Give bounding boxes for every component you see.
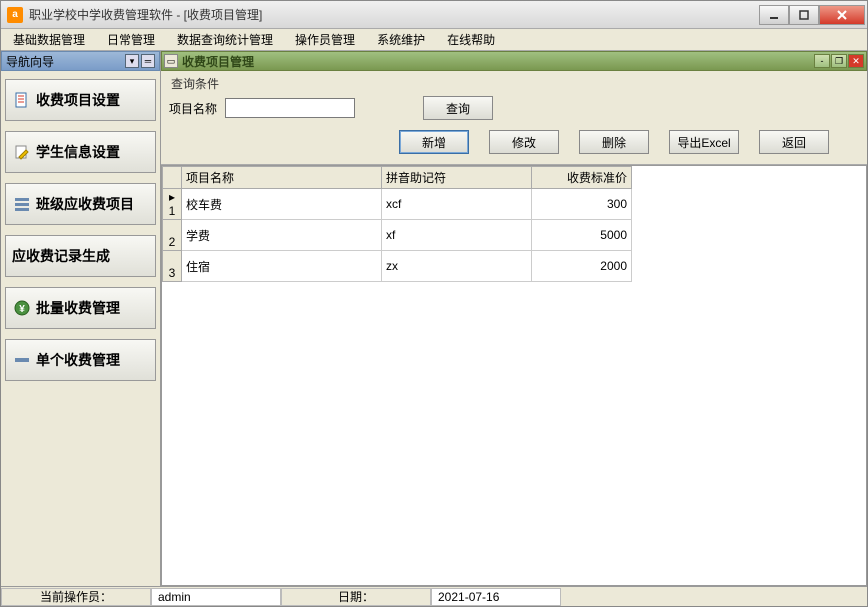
project-name-label: 项目名称 <box>169 100 217 117</box>
cell-price[interactable]: 2000 <box>532 251 632 282</box>
return-button[interactable]: 返回 <box>759 130 829 154</box>
col-header-pinyin[interactable]: 拼音助记符 <box>382 167 532 189</box>
nav-class-fee[interactable]: 班级应收费项目 <box>5 183 156 225</box>
close-button[interactable] <box>819 5 865 25</box>
nav-header-title: 导航向导 <box>6 53 125 70</box>
nav-batch-fee[interactable]: ¥ 批量收费管理 <box>5 287 156 329</box>
table-row[interactable]: 2学费xf5000 <box>163 220 632 251</box>
row-num-cell: 2 <box>163 220 182 251</box>
minimize-button[interactable] <box>759 5 789 25</box>
sub-window-icon: ▭ <box>164 54 178 68</box>
nav-panel: 导航向导 ▾ ═ 收费项目设置 学生信息设置 班级应收费项目 应收费 <box>1 51 161 586</box>
app-window: a 职业学校中学收费管理软件 - [收费项目管理] 基础数据管理 日常管理 数据… <box>0 0 868 607</box>
menubar: 基础数据管理 日常管理 数据查询统计管理 操作员管理 系统维护 在线帮助 <box>1 29 867 51</box>
window-title: 职业学校中学收费管理软件 - [收费项目管理] <box>29 6 759 23</box>
menu-system[interactable]: 系统维护 <box>373 29 429 50</box>
edit-icon <box>12 142 32 162</box>
row-num-cell: 3 <box>163 251 182 282</box>
row-num-header <box>163 167 182 189</box>
cell-price[interactable]: 300 <box>532 189 632 220</box>
main-area: 导航向导 ▾ ═ 收费项目设置 学生信息设置 班级应收费项目 应收费 <box>1 51 867 586</box>
menu-operator[interactable]: 操作员管理 <box>291 29 359 50</box>
cell-pinyin[interactable]: xf <box>382 220 532 251</box>
nav-student-info[interactable]: 学生信息设置 <box>5 131 156 173</box>
delete-button[interactable]: 删除 <box>579 130 649 154</box>
sub-window-controls: ‐ ❐ ✕ <box>814 54 864 68</box>
sub-restore-button[interactable]: ❐ <box>831 54 847 68</box>
status-operator-value: admin <box>151 588 281 606</box>
list-icon <box>12 194 32 214</box>
content-panel: ▭ 收费项目管理 ‐ ❐ ✕ 查询条件 项目名称 查询 新增 修改 <box>161 51 867 586</box>
nav-fee-item-settings[interactable]: 收费项目设置 <box>5 79 156 121</box>
menu-basic-data[interactable]: 基础数据管理 <box>9 29 89 50</box>
nav-label: 批量收费管理 <box>36 298 120 318</box>
edit-button[interactable]: 修改 <box>489 130 559 154</box>
menu-help[interactable]: 在线帮助 <box>443 29 499 50</box>
nav-record-gen[interactable]: 应收费记录生成 <box>5 235 156 277</box>
menu-query-stats[interactable]: 数据查询统计管理 <box>173 29 277 50</box>
table-row[interactable]: 3住宿zx2000 <box>163 251 632 282</box>
table-row[interactable]: ▸1校车费xcf300 <box>163 189 632 220</box>
nav-label: 学生信息设置 <box>36 142 120 162</box>
money-icon: ¥ <box>12 298 32 318</box>
row-num-cell: ▸1 <box>163 189 182 220</box>
nav-body: 收费项目设置 学生信息设置 班级应收费项目 应收费记录生成 ¥ 批量收费管理 <box>1 71 160 586</box>
svg-text:¥: ¥ <box>19 304 25 315</box>
sub-close-button[interactable]: ✕ <box>848 54 864 68</box>
statusbar: 当前操作员： admin 日期： 2021-07-16 <box>1 586 867 606</box>
data-table-wrap[interactable]: 项目名称 拼音助记符 收费标准价 ▸1校车费xcf3002学费xf50003住宿… <box>161 165 867 586</box>
status-date-label: 日期： <box>281 588 431 606</box>
col-header-price[interactable]: 收费标准价 <box>532 167 632 189</box>
sub-window-title: 收费项目管理 <box>182 53 814 70</box>
export-excel-button[interactable]: 导出Excel <box>669 130 739 154</box>
cell-price[interactable]: 5000 <box>532 220 632 251</box>
cell-name[interactable]: 住宿 <box>182 251 382 282</box>
item-icon <box>12 350 32 370</box>
app-icon: a <box>7 7 23 23</box>
maximize-button[interactable] <box>789 5 819 25</box>
col-header-name[interactable]: 项目名称 <box>182 167 382 189</box>
nav-label: 班级应收费项目 <box>36 194 134 214</box>
nav-label: 单个收费管理 <box>36 350 120 370</box>
sub-minimize-button[interactable]: ‐ <box>814 54 830 68</box>
query-section-label: 查询条件 <box>169 75 859 92</box>
data-table: 项目名称 拼音助记符 收费标准价 ▸1校车费xcf3002学费xf50003住宿… <box>162 166 632 282</box>
cell-name[interactable]: 校车费 <box>182 189 382 220</box>
status-date-value: 2021-07-16 <box>431 588 561 606</box>
document-icon <box>12 90 32 110</box>
cell-name[interactable]: 学费 <box>182 220 382 251</box>
status-operator-label: 当前操作员： <box>1 588 151 606</box>
project-name-input[interactable] <box>225 98 355 118</box>
query-panel: 查询条件 项目名称 查询 新增 修改 删除 导出Excel 返回 <box>161 71 867 165</box>
nav-collapse-icon[interactable]: ▾ <box>125 54 139 68</box>
cell-pinyin[interactable]: zx <box>382 251 532 282</box>
cell-pinyin[interactable]: xcf <box>382 189 532 220</box>
nav-label: 收费项目设置 <box>36 90 120 110</box>
nav-pin-icon[interactable]: ═ <box>141 54 155 68</box>
nav-single-fee[interactable]: 单个收费管理 <box>5 339 156 381</box>
titlebar: a 职业学校中学收费管理软件 - [收费项目管理] <box>1 1 867 29</box>
sub-titlebar: ▭ 收费项目管理 ‐ ❐ ✕ <box>161 51 867 71</box>
window-controls <box>759 5 865 25</box>
menu-daily[interactable]: 日常管理 <box>103 29 159 50</box>
add-button[interactable]: 新增 <box>399 130 469 154</box>
nav-header: 导航向导 ▾ ═ <box>1 51 160 71</box>
nav-label: 应收费记录生成 <box>12 246 110 266</box>
query-row: 项目名称 查询 <box>169 96 859 120</box>
query-button[interactable]: 查询 <box>423 96 493 120</box>
action-row: 新增 修改 删除 导出Excel 返回 <box>169 120 859 156</box>
